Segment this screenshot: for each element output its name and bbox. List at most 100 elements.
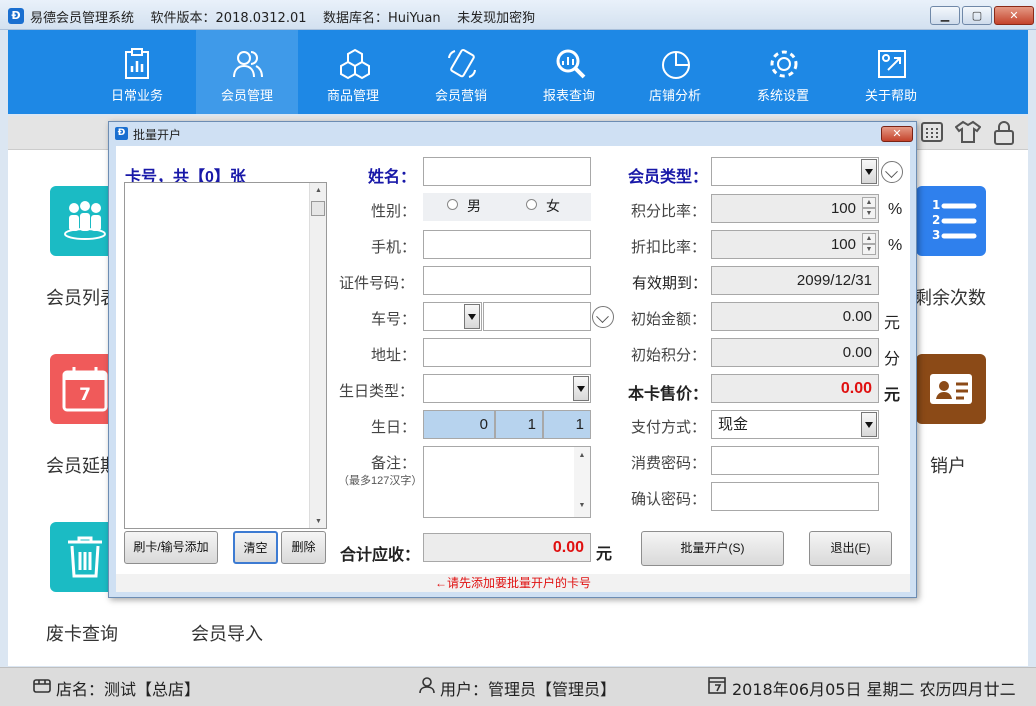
card-price-unit: 元 bbox=[884, 387, 901, 404]
delete-button[interactable]: 删除 bbox=[281, 531, 326, 564]
name-label: 姓名： bbox=[368, 169, 417, 186]
shirt-icon[interactable] bbox=[955, 120, 981, 144]
nav-help[interactable]: 关于帮助 bbox=[840, 30, 942, 114]
birthday-label: 生日： bbox=[371, 419, 417, 436]
plate-input[interactable] bbox=[483, 302, 591, 331]
init-points-label: 初始积分： bbox=[631, 347, 707, 364]
phone-label: 手机： bbox=[371, 239, 417, 256]
expire-label: 有效期到： bbox=[632, 275, 708, 292]
birthday-type-label: 生日类型： bbox=[339, 383, 415, 400]
remark-scrollbar[interactable]: ▲ ▼ bbox=[574, 447, 590, 517]
nav-reports[interactable]: 报表查询 bbox=[518, 30, 620, 114]
female-radio[interactable] bbox=[526, 199, 537, 210]
init-points-unit: 分 bbox=[884, 351, 901, 368]
dialog-close-button[interactable]: ✕ bbox=[881, 126, 913, 142]
batch-open-dialog: Ð 批量开户 ✕ 卡号，共【0】张 ▲ ▼ 刷卡/输号添加 清空 删除 姓名： … bbox=[108, 121, 917, 598]
member-type-expand-icon[interactable] bbox=[881, 161, 903, 183]
chevron-down-icon[interactable] bbox=[861, 159, 877, 184]
init-amount-label: 初始金额： bbox=[631, 311, 707, 328]
discount-rate-label: 折扣比率： bbox=[631, 239, 707, 256]
calculator-icon[interactable] bbox=[920, 120, 944, 144]
chevron-down-icon[interactable] bbox=[573, 376, 589, 401]
discount-rate-input[interactable]: 100 ▲ ▼ bbox=[711, 230, 879, 259]
lock-icon[interactable] bbox=[992, 120, 1016, 146]
title-bar: Ð 易德会员管理系统 软件版本：2018.0312.01 数据库名：HuiYua… bbox=[0, 0, 1036, 30]
total-label: 合计应收： bbox=[340, 547, 421, 564]
pie-icon bbox=[662, 51, 690, 79]
status-bar: 店名：测试【总店】 用户：管理员【管理员】 2018年06月05日 星期二 农历… bbox=[0, 667, 1036, 706]
nav-goods[interactable]: 商品管理 bbox=[302, 30, 404, 114]
phone-input[interactable] bbox=[423, 230, 591, 259]
store-icon bbox=[33, 679, 51, 693]
nav-daily[interactable]: 日常业务 bbox=[86, 30, 188, 114]
plate-expand-icon[interactable] bbox=[592, 306, 614, 328]
confirm-password-label: 确认密码： bbox=[631, 491, 707, 508]
id-card-icon bbox=[930, 374, 972, 404]
id-number-input[interactable] bbox=[423, 266, 591, 295]
name-input[interactable] bbox=[423, 157, 591, 186]
card-price-value: 0.00 bbox=[711, 374, 879, 403]
card-price-label: 本卡售价： bbox=[628, 386, 709, 403]
male-radio[interactable] bbox=[447, 199, 458, 210]
chevron-down-icon[interactable] bbox=[861, 412, 877, 437]
plate-label: 车号： bbox=[371, 311, 417, 328]
numbered-list-icon bbox=[941, 203, 977, 239]
swipe-add-button[interactable]: 刷卡/输号添加 bbox=[124, 531, 218, 564]
minimize-button[interactable]: ▁ bbox=[930, 6, 960, 25]
remaining-count-tile[interactable]: 123 bbox=[916, 186, 986, 256]
init-amount-input[interactable]: 0.00 bbox=[711, 302, 879, 331]
cancel-account-tile[interactable] bbox=[916, 354, 986, 424]
search-chart-icon bbox=[556, 49, 586, 79]
chevron-down-icon[interactable] bbox=[464, 304, 480, 329]
birthday-field-b[interactable]: 1 bbox=[495, 410, 543, 439]
card-list-scrollbar[interactable]: ▲ ▼ bbox=[309, 183, 326, 528]
date-icon bbox=[708, 677, 726, 694]
close-button[interactable]: ✕ bbox=[994, 6, 1034, 25]
store-name: 店名：测试【总店】 bbox=[56, 680, 201, 699]
birthday-field-a[interactable]: 0 bbox=[423, 410, 495, 439]
init-points-input[interactable]: 0.00 bbox=[711, 338, 879, 367]
dialog-logo-icon: Ð bbox=[115, 127, 128, 140]
points-rate-unit: % bbox=[888, 201, 903, 218]
gender-label: 性别： bbox=[371, 203, 417, 220]
plate-prefix-select[interactable] bbox=[423, 302, 482, 331]
nav-settings[interactable]: 系统设置 bbox=[732, 30, 834, 114]
current-date: 2018年06月05日 星期二 农历四月廿二 bbox=[732, 680, 1016, 699]
cancel-account-label: 销户 bbox=[930, 456, 966, 477]
address-input[interactable] bbox=[423, 338, 591, 367]
pay-password-input[interactable] bbox=[711, 446, 879, 475]
init-amount-unit: 元 bbox=[884, 315, 901, 332]
app-logo-icon: Ð bbox=[8, 8, 24, 24]
birthday-field-c[interactable]: 1 bbox=[543, 410, 591, 439]
nav-member[interactable]: 会员管理 bbox=[196, 30, 298, 114]
batch-open-button[interactable]: 批量开户(S) bbox=[641, 531, 784, 566]
dialog-title: 批量开户 bbox=[133, 128, 182, 142]
exit-button[interactable]: 退出(E) bbox=[809, 531, 892, 566]
discount-rate-spinner[interactable]: ▲ ▼ bbox=[862, 233, 876, 256]
nav-marketing[interactable]: 会员营销 bbox=[410, 30, 512, 114]
member-type-label: 会员类型： bbox=[628, 169, 709, 186]
remark-label: 备注： bbox=[371, 455, 417, 472]
expire-input[interactable]: 2099/12/31 bbox=[711, 266, 879, 295]
users-icon bbox=[233, 51, 263, 78]
discount-rate-unit: % bbox=[888, 237, 903, 254]
card-list[interactable]: ▲ ▼ bbox=[124, 182, 327, 529]
maximize-button[interactable]: ▢ bbox=[962, 6, 992, 25]
member-import-label[interactable]: 会员导入 bbox=[191, 620, 263, 646]
current-user: 用户：管理员【管理员】 bbox=[440, 680, 617, 699]
confirm-password-input[interactable] bbox=[711, 482, 879, 511]
clear-button[interactable]: 清空 bbox=[233, 531, 278, 564]
payment-select[interactable]: 现金 bbox=[711, 410, 879, 439]
top-nav: 日常业务 会员管理 商品管理 会员营销 报表查询 店铺分析 系统设置 关于帮助 bbox=[8, 30, 1028, 114]
member-type-select[interactable] bbox=[711, 157, 879, 186]
payment-label: 支付方式： bbox=[631, 419, 707, 436]
points-rate-input[interactable]: 100 ▲ ▼ bbox=[711, 194, 879, 223]
cubes-icon bbox=[340, 48, 370, 80]
points-rate-spinner[interactable]: ▲ ▼ bbox=[862, 197, 876, 220]
remark-textarea[interactable]: ▲ ▼ bbox=[423, 446, 591, 518]
nav-analysis[interactable]: 店铺分析 bbox=[624, 30, 726, 114]
birthday-type-select[interactable] bbox=[423, 374, 591, 403]
help-icon bbox=[878, 50, 906, 78]
user-icon bbox=[419, 677, 435, 694]
total-unit: 元 bbox=[596, 546, 613, 563]
